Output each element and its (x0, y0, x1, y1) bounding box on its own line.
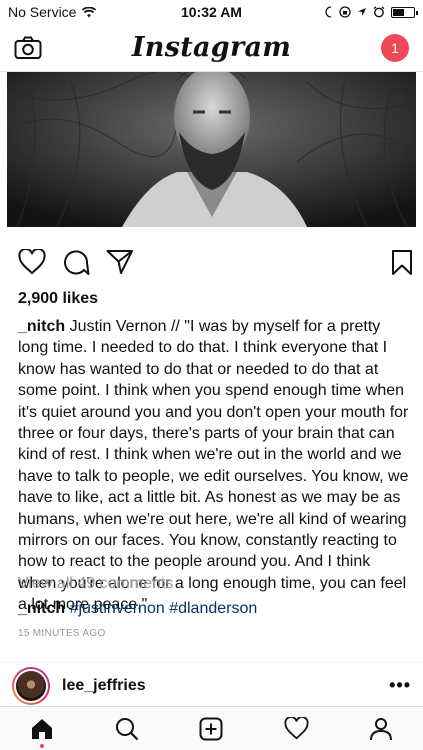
tab-activity[interactable] (276, 709, 316, 749)
add-post-icon (199, 717, 223, 741)
bottom-tab-bar (0, 706, 423, 750)
tab-profile[interactable] (361, 709, 401, 749)
comment: _nitch #justinvernon #dlanderson (18, 600, 257, 618)
post-actions-right (391, 249, 413, 276)
wifi-icon (82, 6, 97, 18)
home-icon (30, 717, 54, 741)
alarm-icon (373, 6, 385, 18)
tab-search[interactable] (107, 709, 147, 749)
next-post-username[interactable]: lee_jeffries (62, 677, 146, 695)
camera-icon[interactable] (14, 36, 42, 60)
comment-icon[interactable] (62, 249, 90, 276)
battery-icon (391, 6, 418, 18)
heart-icon[interactable] (18, 249, 46, 275)
orientation-lock-icon (339, 6, 351, 18)
search-icon (115, 717, 139, 741)
status-bar: No Service 10:32 AM (0, 0, 423, 24)
next-post-header: lee_jeffries ••• (0, 662, 423, 708)
avatar[interactable] (12, 666, 50, 705)
post-actions-left (18, 249, 134, 276)
location-icon (357, 7, 367, 17)
instagram-logo: Instagram (131, 32, 292, 63)
caption-username[interactable]: _nitch (18, 318, 65, 335)
moon-icon (323, 6, 333, 18)
tab-add-post[interactable] (191, 709, 231, 749)
comment-username[interactable]: _nitch (18, 600, 65, 617)
post-actions (18, 248, 413, 276)
post-timestamp: 15 MINUTES AGO (18, 628, 106, 639)
bookmark-icon[interactable] (391, 249, 413, 276)
top-nav-bar: Instagram 1 (0, 24, 423, 72)
caption-text: Justin Vernon // "I was by myself for a … (18, 318, 409, 614)
activity-heart-icon (284, 717, 309, 740)
share-icon[interactable] (106, 249, 134, 275)
carrier-label: No Service (8, 4, 77, 20)
active-tab-dot (40, 743, 45, 748)
hashtag[interactable]: #justinvernon (70, 600, 165, 617)
status-left: No Service (8, 4, 97, 20)
profile-icon (369, 717, 393, 741)
more-options-icon[interactable]: ••• (389, 675, 411, 696)
post-photo (7, 72, 416, 227)
likes-count[interactable]: 2,900 likes (18, 290, 98, 308)
hashtag[interactable]: #dlanderson (169, 600, 257, 617)
status-right (323, 6, 418, 18)
tab-home[interactable] (22, 709, 62, 749)
view-all-comments-link[interactable]: View all 49 comments (18, 575, 173, 593)
post-caption: _nitch Justin Vernon // "I was by myself… (18, 316, 410, 616)
notification-badge[interactable]: 1 (380, 33, 409, 62)
